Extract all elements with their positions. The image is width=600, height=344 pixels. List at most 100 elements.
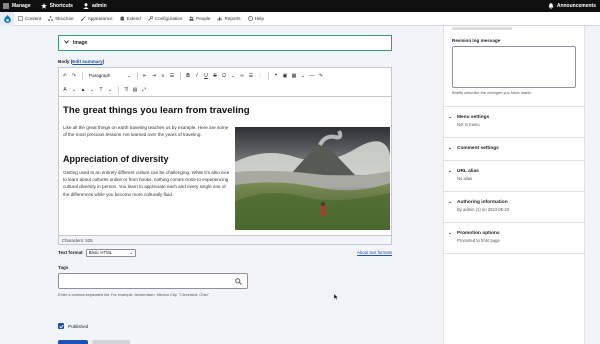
strikethrough-button[interactable]: S bbox=[211, 71, 219, 80]
special-characters-button[interactable]: Ω bbox=[220, 71, 228, 80]
table-dropdown-button[interactable]: ⌄ bbox=[299, 71, 307, 80]
comment-settings-title: Comment settings bbox=[457, 145, 499, 151]
bell-icon bbox=[548, 3, 554, 9]
menu-help[interactable]: ? Help bbox=[247, 16, 265, 21]
image-icon: ▣ bbox=[282, 72, 288, 79]
font-size-button[interactable]: T bbox=[97, 85, 105, 94]
numbered-list-button[interactable]: ⋮ bbox=[256, 71, 264, 80]
highlight-button[interactable]: ▲ bbox=[79, 85, 87, 94]
travel-photo[interactable] bbox=[235, 127, 390, 230]
table-button[interactable]: ▦ bbox=[290, 71, 298, 80]
user-tab[interactable]: admin bbox=[78, 0, 112, 12]
font-color-button[interactable]: A bbox=[61, 85, 69, 94]
sidebar-divider bbox=[444, 137, 586, 138]
shortcuts-tab[interactable]: Shortcuts bbox=[36, 0, 78, 12]
highlight-dropdown[interactable]: ⌄ bbox=[88, 85, 96, 94]
menu-settings-section[interactable]: ⌄ Menu settings Not in menu bbox=[448, 114, 582, 127]
heading-dropdown[interactable]: Paragraph ⌄ bbox=[86, 73, 134, 79]
menu-configuration[interactable]: Configuration bbox=[148, 16, 182, 21]
editor-toolbar: ↶ ↷ Paragraph ⌄ ⇤ ⇥ ≡ ☰ B I U S Ω ⌄ ∞ ☰ … bbox=[58, 67, 392, 97]
chevron-down-icon: ⌄ bbox=[448, 114, 452, 119]
menu-settings-title: Menu settings bbox=[457, 114, 490, 120]
undo-button[interactable]: ↶ bbox=[61, 71, 69, 80]
sidebar-divider bbox=[444, 191, 586, 192]
font-size-dropdown[interactable]: ⌄ bbox=[106, 85, 114, 94]
redo-button[interactable]: ↷ bbox=[70, 71, 78, 80]
font-color-dropdown[interactable]: ⌄ bbox=[70, 85, 78, 94]
image-field-details[interactable]: Image bbox=[58, 35, 392, 51]
edit-summary-link[interactable]: Edit summary bbox=[72, 59, 102, 64]
bulleted-list-button[interactable]: ☰ bbox=[247, 71, 255, 80]
structure-icon bbox=[48, 16, 53, 21]
search-icon bbox=[235, 278, 242, 285]
toolbar-divider bbox=[180, 71, 181, 80]
italic-icon: I bbox=[196, 72, 198, 79]
sidebar-divider bbox=[444, 253, 586, 254]
comment-settings-section[interactable]: ⌄ Comment settings bbox=[448, 145, 582, 151]
strikethrough-icon: S bbox=[213, 72, 217, 79]
menu-configuration-label: Configuration bbox=[154, 16, 183, 21]
image-button[interactable]: ▣ bbox=[281, 71, 289, 80]
fullscreen-button[interactable]: ⤢ bbox=[140, 85, 148, 94]
underline-button[interactable]: U bbox=[202, 71, 210, 80]
content-heading-2: Appreciation of diversity bbox=[63, 154, 169, 164]
revision-log-textarea[interactable] bbox=[452, 46, 576, 88]
source-button[interactable]: ▤ bbox=[131, 85, 139, 94]
menu-structure[interactable]: Structure bbox=[48, 16, 74, 21]
body-editor[interactable]: The great things you learn from travelin… bbox=[58, 97, 392, 236]
published-checkbox[interactable] bbox=[58, 323, 64, 329]
chevron-down-icon: ⌄ bbox=[448, 199, 452, 204]
menu-extend[interactable]: Extend bbox=[120, 16, 141, 21]
underline-icon: U bbox=[204, 72, 208, 79]
user-label: admin bbox=[91, 3, 107, 9]
sidebar-divider bbox=[444, 222, 586, 223]
align-center-button[interactable]: ☰ bbox=[168, 71, 176, 80]
form-actions bbox=[58, 340, 130, 344]
about-text-formats-link[interactable]: About text formats bbox=[357, 250, 392, 255]
chevron-down-icon: ⌄ bbox=[89, 86, 95, 93]
help-icon: ? bbox=[247, 16, 253, 21]
url-alias-section[interactable]: ⌄ URL alias No alias bbox=[448, 168, 582, 181]
wrench-icon bbox=[148, 16, 153, 21]
font-color-icon: A bbox=[63, 86, 67, 93]
save-button[interactable] bbox=[58, 340, 88, 344]
text-format-select[interactable]: Basic HTML ⌄ bbox=[85, 248, 136, 257]
body-field-label: Body (Edit summary) bbox=[58, 59, 105, 64]
redo-icon: ↷ bbox=[71, 72, 77, 79]
indent-icon: ⇥ bbox=[151, 72, 157, 79]
tags-label: Tags bbox=[58, 265, 69, 270]
preview-button[interactable] bbox=[92, 340, 130, 344]
bold-icon: B bbox=[186, 72, 190, 79]
menu-reports-label: Reports bbox=[224, 16, 241, 21]
announcements-label: Announcements bbox=[556, 3, 596, 9]
menu-help-label: Help bbox=[254, 16, 265, 21]
file-icon bbox=[18, 15, 23, 22]
content-paragraph-2: Getting used to an entirely different cu… bbox=[63, 170, 230, 197]
menu-appearance-label: Appearance bbox=[87, 16, 113, 21]
indent-button[interactable]: ⇥ bbox=[150, 71, 158, 80]
link-button[interactable]: ∞ bbox=[238, 71, 246, 80]
format-painter-button[interactable]: ✎ bbox=[317, 71, 325, 80]
drupal-logo-icon[interactable] bbox=[0, 11, 14, 26]
menu-appearance[interactable]: Appearance bbox=[80, 16, 113, 22]
outdent-button[interactable]: ⇤ bbox=[141, 71, 149, 80]
italic-button[interactable]: I bbox=[193, 71, 201, 80]
toolbar-divider bbox=[82, 71, 83, 80]
authoring-information-section[interactable]: ⌄ Authoring information By admin (1) on 2… bbox=[448, 199, 582, 212]
chevron-down-icon: ⌄ bbox=[448, 230, 452, 235]
menu-reports[interactable]: Reports bbox=[217, 16, 241, 21]
toolbar-divider bbox=[268, 71, 269, 80]
horizontal-line-button[interactable]: — bbox=[308, 71, 316, 80]
more-dropdown-button[interactable]: ⌄ bbox=[229, 71, 237, 80]
announcements-tab[interactable]: Announcements bbox=[543, 0, 600, 12]
remove-format-button[interactable]: T̸ bbox=[122, 85, 130, 94]
tags-input[interactable] bbox=[58, 273, 248, 289]
promotion-options-section[interactable]: ⌄ Promotion options Promoted to front pag… bbox=[448, 230, 582, 243]
align-left-button[interactable]: ≡ bbox=[159, 71, 167, 80]
menu-content[interactable]: Content bbox=[18, 15, 41, 22]
blockquote-button[interactable]: ❝ bbox=[272, 71, 280, 80]
menu-people[interactable]: People bbox=[189, 16, 210, 21]
manage-tab[interactable]: Manage bbox=[0, 0, 36, 12]
menu-settings-summary: Not in menu bbox=[457, 122, 480, 127]
bold-button[interactable]: B bbox=[184, 71, 192, 80]
